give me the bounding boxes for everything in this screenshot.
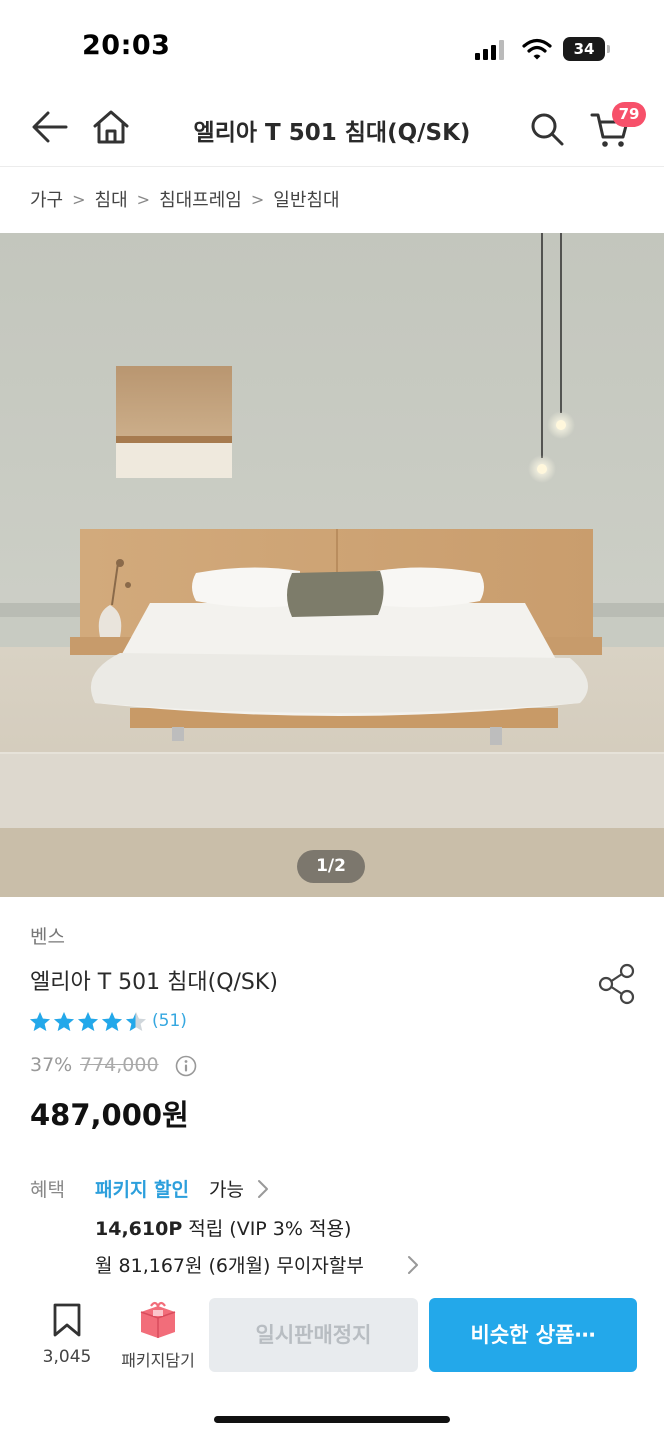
points-text: 적립 (VIP 3% 적용) xyxy=(188,1218,352,1240)
star-rating xyxy=(29,1011,147,1033)
points-amount: 14,610P xyxy=(95,1218,183,1240)
battery-tip xyxy=(607,45,610,53)
cart-count-badge: 79 xyxy=(612,102,646,127)
chevron-right-icon: > xyxy=(136,189,151,209)
chevron-right-icon[interactable] xyxy=(406,1254,420,1276)
image-counter: 1/2 xyxy=(297,850,365,883)
review-count-link[interactable]: (51) xyxy=(152,1011,187,1031)
home-indicator xyxy=(214,1416,450,1423)
breadcrumb-item-furniture[interactable]: 가구 xyxy=(30,186,63,212)
star-icon xyxy=(54,1012,74,1031)
breadcrumb-item-bed[interactable]: 침대 xyxy=(95,186,128,212)
package-available-text: 가능 xyxy=(209,1179,244,1201)
chevron-right-icon[interactable] xyxy=(256,1178,270,1200)
info-icon[interactable] xyxy=(175,1055,197,1077)
search-icon[interactable] xyxy=(529,111,567,149)
product-name: 엘리아 T 501 침대(Q/SK) xyxy=(30,970,278,995)
share-icon[interactable] xyxy=(598,963,636,1005)
breadcrumb: 가구 > 침대 > 침대프레임 > 일반침대 xyxy=(30,186,340,212)
breadcrumb-item-regular-bed[interactable]: 일반침대 xyxy=(273,186,339,212)
brand-name[interactable]: 벤스 xyxy=(30,922,65,949)
breadcrumb-item-bed-frame[interactable]: 침대프레임 xyxy=(159,186,242,212)
star-icon xyxy=(78,1012,98,1031)
chevron-right-icon: > xyxy=(72,189,86,209)
similar-products-button[interactable]: 비슷한 상품⋯ xyxy=(429,1298,637,1372)
sale-price: 487,000원 xyxy=(30,1098,189,1132)
sold-out-button[interactable]: 일시판매정지 xyxy=(209,1298,418,1372)
status-time: 20:03 xyxy=(82,30,171,61)
package-cart-icon[interactable] xyxy=(137,1300,179,1340)
star-icon xyxy=(102,1012,122,1031)
star-icon xyxy=(30,1012,50,1031)
battery-indicator: 34 xyxy=(563,37,605,61)
benefit-label: 혜택 xyxy=(30,1179,65,1201)
installment-info[interactable]: 월 81,167원 (6개월) 무이자할부 xyxy=(95,1251,364,1278)
bookmark-count: 3,045 xyxy=(42,1347,92,1367)
chevron-right-icon: > xyxy=(250,189,265,209)
wifi-icon xyxy=(522,38,552,60)
star-icon xyxy=(126,1012,146,1031)
original-price: 774,000 xyxy=(80,1054,159,1076)
package-discount-link[interactable]: 패키지 할인 xyxy=(95,1175,189,1202)
product-image[interactable] xyxy=(0,233,664,897)
package-cart-label[interactable]: 패키지담기 xyxy=(112,1347,204,1371)
points-info: 14,610P 적립 (VIP 3% 적용) xyxy=(95,1214,351,1241)
signal-icon xyxy=(475,40,504,60)
bookmark-icon[interactable] xyxy=(52,1302,82,1338)
discount-rate: 37% xyxy=(30,1054,73,1076)
header-divider xyxy=(0,166,664,167)
